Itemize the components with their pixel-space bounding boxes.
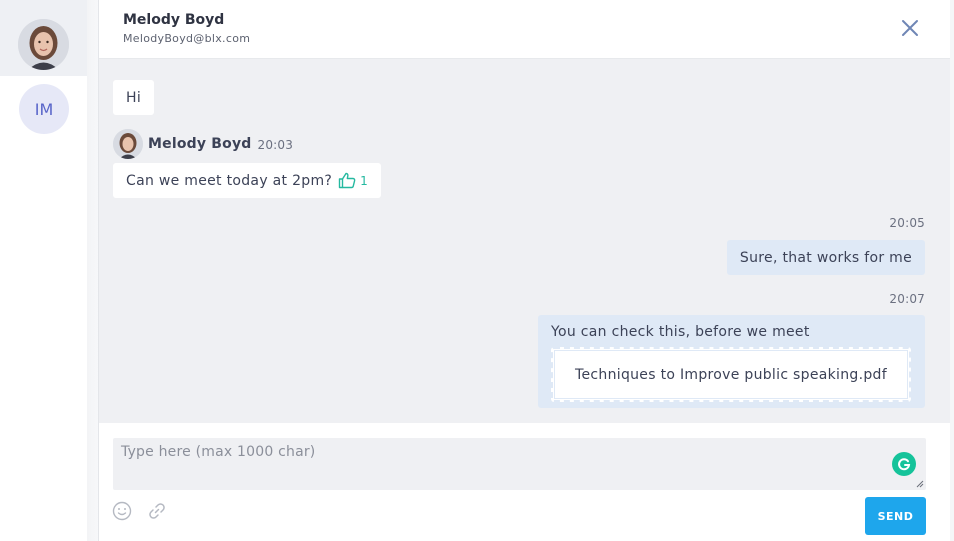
message-composer: SEND xyxy=(99,423,951,541)
avatar xyxy=(113,129,143,159)
message-list[interactable]: Hi Melody Boyd 20:03 Can we meet today a… xyxy=(99,59,951,423)
chat-panel: Melody Boyd MelodyBoyd@blx.com Hi Melody… xyxy=(98,0,951,541)
message-time: 20:05 xyxy=(889,216,925,230)
message-bubble: Sure, that works for me xyxy=(726,240,925,275)
message-text: Can we meet today at 2pm? xyxy=(126,172,333,189)
like-count: 1 xyxy=(360,173,369,188)
link-icon[interactable] xyxy=(147,501,167,521)
contact-email: MelodyBoyd@blx.com xyxy=(123,32,251,45)
avatar xyxy=(18,19,69,70)
scrollbar-track[interactable] xyxy=(950,0,954,541)
like-button[interactable]: 1 xyxy=(338,172,368,189)
contacts-sidebar: IM xyxy=(0,0,87,541)
message-time: 20:07 xyxy=(889,292,925,306)
grammarly-icon[interactable] xyxy=(892,452,916,476)
message-time: 20:03 xyxy=(257,138,294,152)
resize-handle-icon[interactable] xyxy=(916,480,924,488)
close-icon[interactable] xyxy=(899,17,921,39)
avatar-initials: IM xyxy=(19,84,69,134)
message-input[interactable] xyxy=(113,438,926,490)
message-text: You can check this, before we meet xyxy=(551,324,810,340)
message-sender: Melody Boyd 20:03 xyxy=(113,129,293,159)
message-bubble: Hi xyxy=(113,80,155,115)
file-attachment[interactable]: Techniques to Improve public speaking.pd… xyxy=(551,347,911,402)
send-button[interactable]: SEND xyxy=(865,497,926,535)
message-bubble: Can we meet today at 2pm? 1 xyxy=(113,163,382,198)
emoji-icon[interactable] xyxy=(112,501,132,521)
message-bubble: You can check this, before we meet Techn… xyxy=(538,315,925,408)
sender-name: Melody Boyd xyxy=(148,136,252,152)
contact-melody-boyd[interactable] xyxy=(0,0,87,76)
contact-im[interactable]: IM xyxy=(0,76,87,152)
contact-name: Melody Boyd xyxy=(123,12,225,28)
chat-header: Melody Boyd MelodyBoyd@blx.com xyxy=(99,0,951,59)
thumbs-up-icon xyxy=(338,172,356,189)
